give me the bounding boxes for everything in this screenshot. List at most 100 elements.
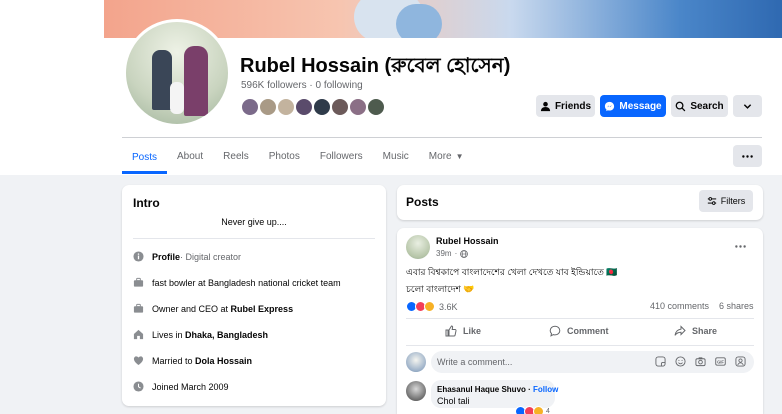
commenter-name[interactable]: Ehasanul Haque Shuvo (437, 385, 526, 394)
heart-icon (133, 356, 144, 365)
filters-label: Filters (720, 196, 746, 206)
briefcase-icon (133, 277, 144, 287)
friend-avatar[interactable] (276, 97, 296, 117)
follow-stats: 596K followers · 0 following (241, 80, 363, 91)
intro-married-partner[interactable]: Dola Hossain (195, 356, 252, 366)
svg-text:GIF: GIF (717, 360, 724, 365)
comment-input[interactable] (437, 355, 617, 369)
haha-reaction-icon (533, 406, 544, 414)
post-text-line2: চলো বাংলাদেশ 🤝 (406, 284, 475, 294)
care-reaction-icon (424, 301, 435, 312)
tab-about[interactable]: About (167, 141, 213, 172)
like-button[interactable]: Like (445, 325, 481, 337)
search-button[interactable]: Search (671, 95, 728, 117)
friend-avatar[interactable] (348, 97, 368, 117)
post-time-text[interactable]: 39m (436, 249, 452, 258)
post-options-button[interactable] (729, 235, 751, 257)
tab-reels[interactable]: Reels (213, 141, 259, 172)
tab-followers[interactable]: Followers (310, 141, 373, 172)
profile-tabs: Posts About Reels Photos Followers Music… (122, 141, 474, 174)
like-label: Like (463, 326, 482, 336)
intro-work2-company[interactable]: Rubel Express (231, 304, 294, 314)
messenger-icon (605, 101, 615, 111)
commenter-name-line: Ehasanul Haque Shuvo · Follow (437, 385, 558, 394)
friends-label: Friends (554, 100, 592, 112)
share-button[interactable]: Share (674, 325, 717, 337)
intro-row-married: Married to Dola Hossain (133, 355, 252, 366)
posts-title: Posts (406, 195, 439, 209)
intro-work2-prefix: Owner and CEO at (152, 303, 231, 314)
separator-dot: · (454, 249, 458, 258)
friends-button[interactable]: Friends (536, 95, 595, 117)
post-author-name[interactable]: Rubel Hossain (436, 236, 499, 246)
comment-count[interactable]: 410 comments (650, 301, 709, 311)
clock-icon (133, 381, 144, 392)
intro-row-joined: Joined March 2009 (133, 381, 229, 392)
friend-avatar[interactable] (312, 97, 332, 117)
mutual-friend-avatars (240, 97, 386, 119)
comment-bubble: Ehasanul Haque Shuvo · Follow Chol tali (431, 380, 558, 408)
friend-avatar[interactable] (240, 97, 260, 117)
friends-icon (540, 101, 551, 111)
home-icon (133, 329, 144, 340)
comment-icon (549, 325, 561, 337)
briefcase-icon (133, 303, 144, 313)
intro-row-lives: Lives in Dhaka, Bangladesh (133, 329, 268, 340)
cover-figure (396, 4, 442, 38)
intro-joined-text: Joined March 2009 (152, 381, 229, 392)
comment-composer: GIF (431, 351, 754, 373)
share-count[interactable]: 6 shares (719, 301, 754, 311)
tab-photos[interactable]: Photos (259, 141, 310, 172)
intro-row-work2: Owner and CEO at Rubel Express (133, 303, 293, 314)
follow-commenter-link[interactable]: Follow (533, 385, 558, 394)
sticker-icon[interactable] (655, 356, 666, 367)
tabs-more-button[interactable] (733, 145, 762, 167)
more-options-button[interactable] (733, 95, 762, 117)
posts-header-card: Posts Filters (397, 185, 763, 220)
comment-reactions[interactable]: 4 (515, 406, 550, 414)
tab-posts[interactable]: Posts (122, 141, 168, 174)
post-reactions[interactable]: 3.6K (406, 301, 458, 312)
composer-icons: GIF (655, 356, 746, 367)
emoji-icon[interactable] (675, 356, 686, 367)
post-card: Rubel Hossain 39m · এবার বিশ্বকাপে বাংলা… (397, 228, 763, 414)
avatar-sticker-icon[interactable] (735, 356, 746, 367)
post-author-avatar[interactable] (406, 235, 430, 259)
intro-profile-label: Profile (152, 251, 181, 262)
globe-icon (460, 249, 469, 258)
intro-profile-text: · Digital creator (180, 251, 242, 262)
search-label: Search (690, 100, 724, 112)
profile-avatar[interactable] (123, 19, 231, 127)
message-button[interactable]: Message (600, 95, 666, 117)
intro-lives-place[interactable]: Dhaka, Bangladesh (185, 330, 268, 340)
friend-avatar[interactable] (294, 97, 314, 117)
friend-avatar[interactable] (258, 97, 278, 117)
current-user-avatar[interactable] (406, 352, 426, 372)
comment-button[interactable]: Comment (549, 325, 609, 337)
gif-icon[interactable]: GIF (715, 356, 726, 367)
comment-reaction-count: 4 (546, 408, 550, 414)
intro-row-work1: fast bowler at Bangladesh national crick… (133, 277, 341, 288)
header-divider (122, 137, 762, 138)
message-label: Message (619, 100, 662, 112)
actions-divider (406, 318, 754, 319)
comment-text: Chol tali (437, 396, 470, 406)
intro-card: Intro Never give up.... Profile · Digita… (122, 185, 386, 406)
intro-bio: Never give up.... (221, 217, 287, 227)
tab-more[interactable]: More ▼ (419, 141, 474, 172)
friend-avatar[interactable] (366, 97, 386, 117)
followers-count[interactable]: 596K followers (241, 80, 307, 91)
avatar-figure (184, 46, 208, 116)
friend-avatar[interactable] (330, 97, 350, 117)
tab-more-label: More (428, 151, 452, 162)
filters-button[interactable]: Filters (699, 190, 753, 212)
avatar-figure (170, 82, 184, 114)
commenter-avatar[interactable] (406, 381, 426, 401)
intro-work1-text: fast bowler at Bangladesh national crick… (152, 277, 341, 288)
camera-icon[interactable] (695, 356, 706, 367)
tab-music[interactable]: Music (373, 141, 419, 172)
search-icon (675, 101, 686, 111)
share-icon (674, 325, 686, 336)
share-label: Share (692, 326, 718, 336)
following-count[interactable]: 0 following (315, 80, 362, 91)
